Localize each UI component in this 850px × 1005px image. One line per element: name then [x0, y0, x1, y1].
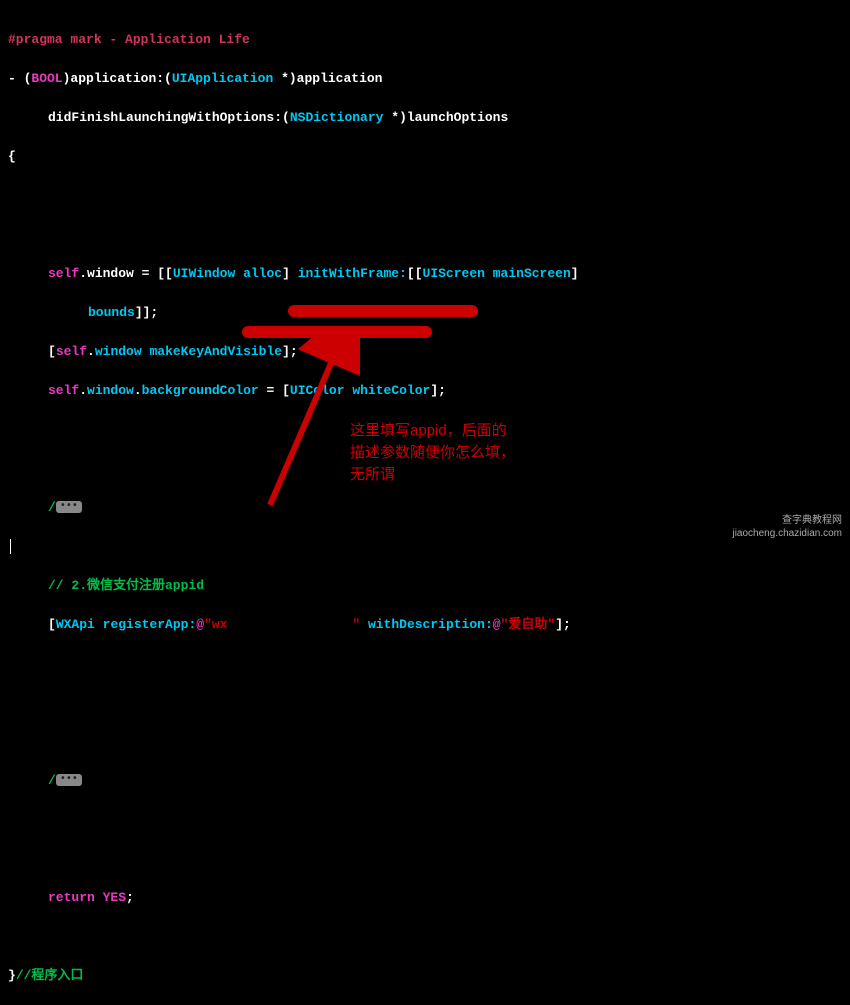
blank: [0, 186, 850, 206]
return-line: return YES;: [0, 888, 850, 908]
fold-indicator[interactable]: /•••: [0, 498, 850, 518]
redaction-mark: [288, 305, 478, 317]
window-line: self.window = [[UIWindow alloc] initWith…: [0, 264, 850, 284]
wx-register-line: [WXApi registerApp:@"wxxxxxxxxxxxxxxxxx"…: [0, 615, 850, 635]
code-editor[interactable]: #pragma mark - Application Life - (BOOL)…: [0, 10, 850, 1005]
blank: [0, 810, 850, 830]
blank: [0, 225, 850, 245]
blank: [0, 927, 850, 947]
blank: [0, 732, 850, 752]
blank: [0, 693, 850, 713]
wx-comment: // 2.微信支付注册appid: [0, 576, 850, 596]
brace-open: {: [0, 147, 850, 167]
bgcolor-line: self.window.backgroundColor = [UIColor w…: [0, 381, 850, 401]
redaction-mark: [242, 326, 432, 338]
blank: [0, 654, 850, 674]
pragma-line: #pragma mark - Application Life: [0, 30, 850, 50]
method-sig-1: - (BOOL)application:(UIApplication *)app…: [0, 69, 850, 89]
annotation-text: 这里填写appid，后面的 描述参数随便你怎么填， 无所谓: [350, 420, 515, 485]
cursor-line: [0, 537, 850, 557]
fold-indicator[interactable]: /•••: [0, 771, 850, 791]
watermark: 查字典教程网 jiaocheng.chazidian.com: [732, 514, 842, 540]
method-sig-2: didFinishLaunchingWithOptions:(NSDiction…: [0, 108, 850, 128]
makekeyvisible-line: [self.window makeKeyAndVisible];: [0, 342, 850, 362]
text-cursor: [10, 539, 11, 554]
blank: [0, 849, 850, 869]
brace-close: }//程序入口: [0, 966, 850, 986]
